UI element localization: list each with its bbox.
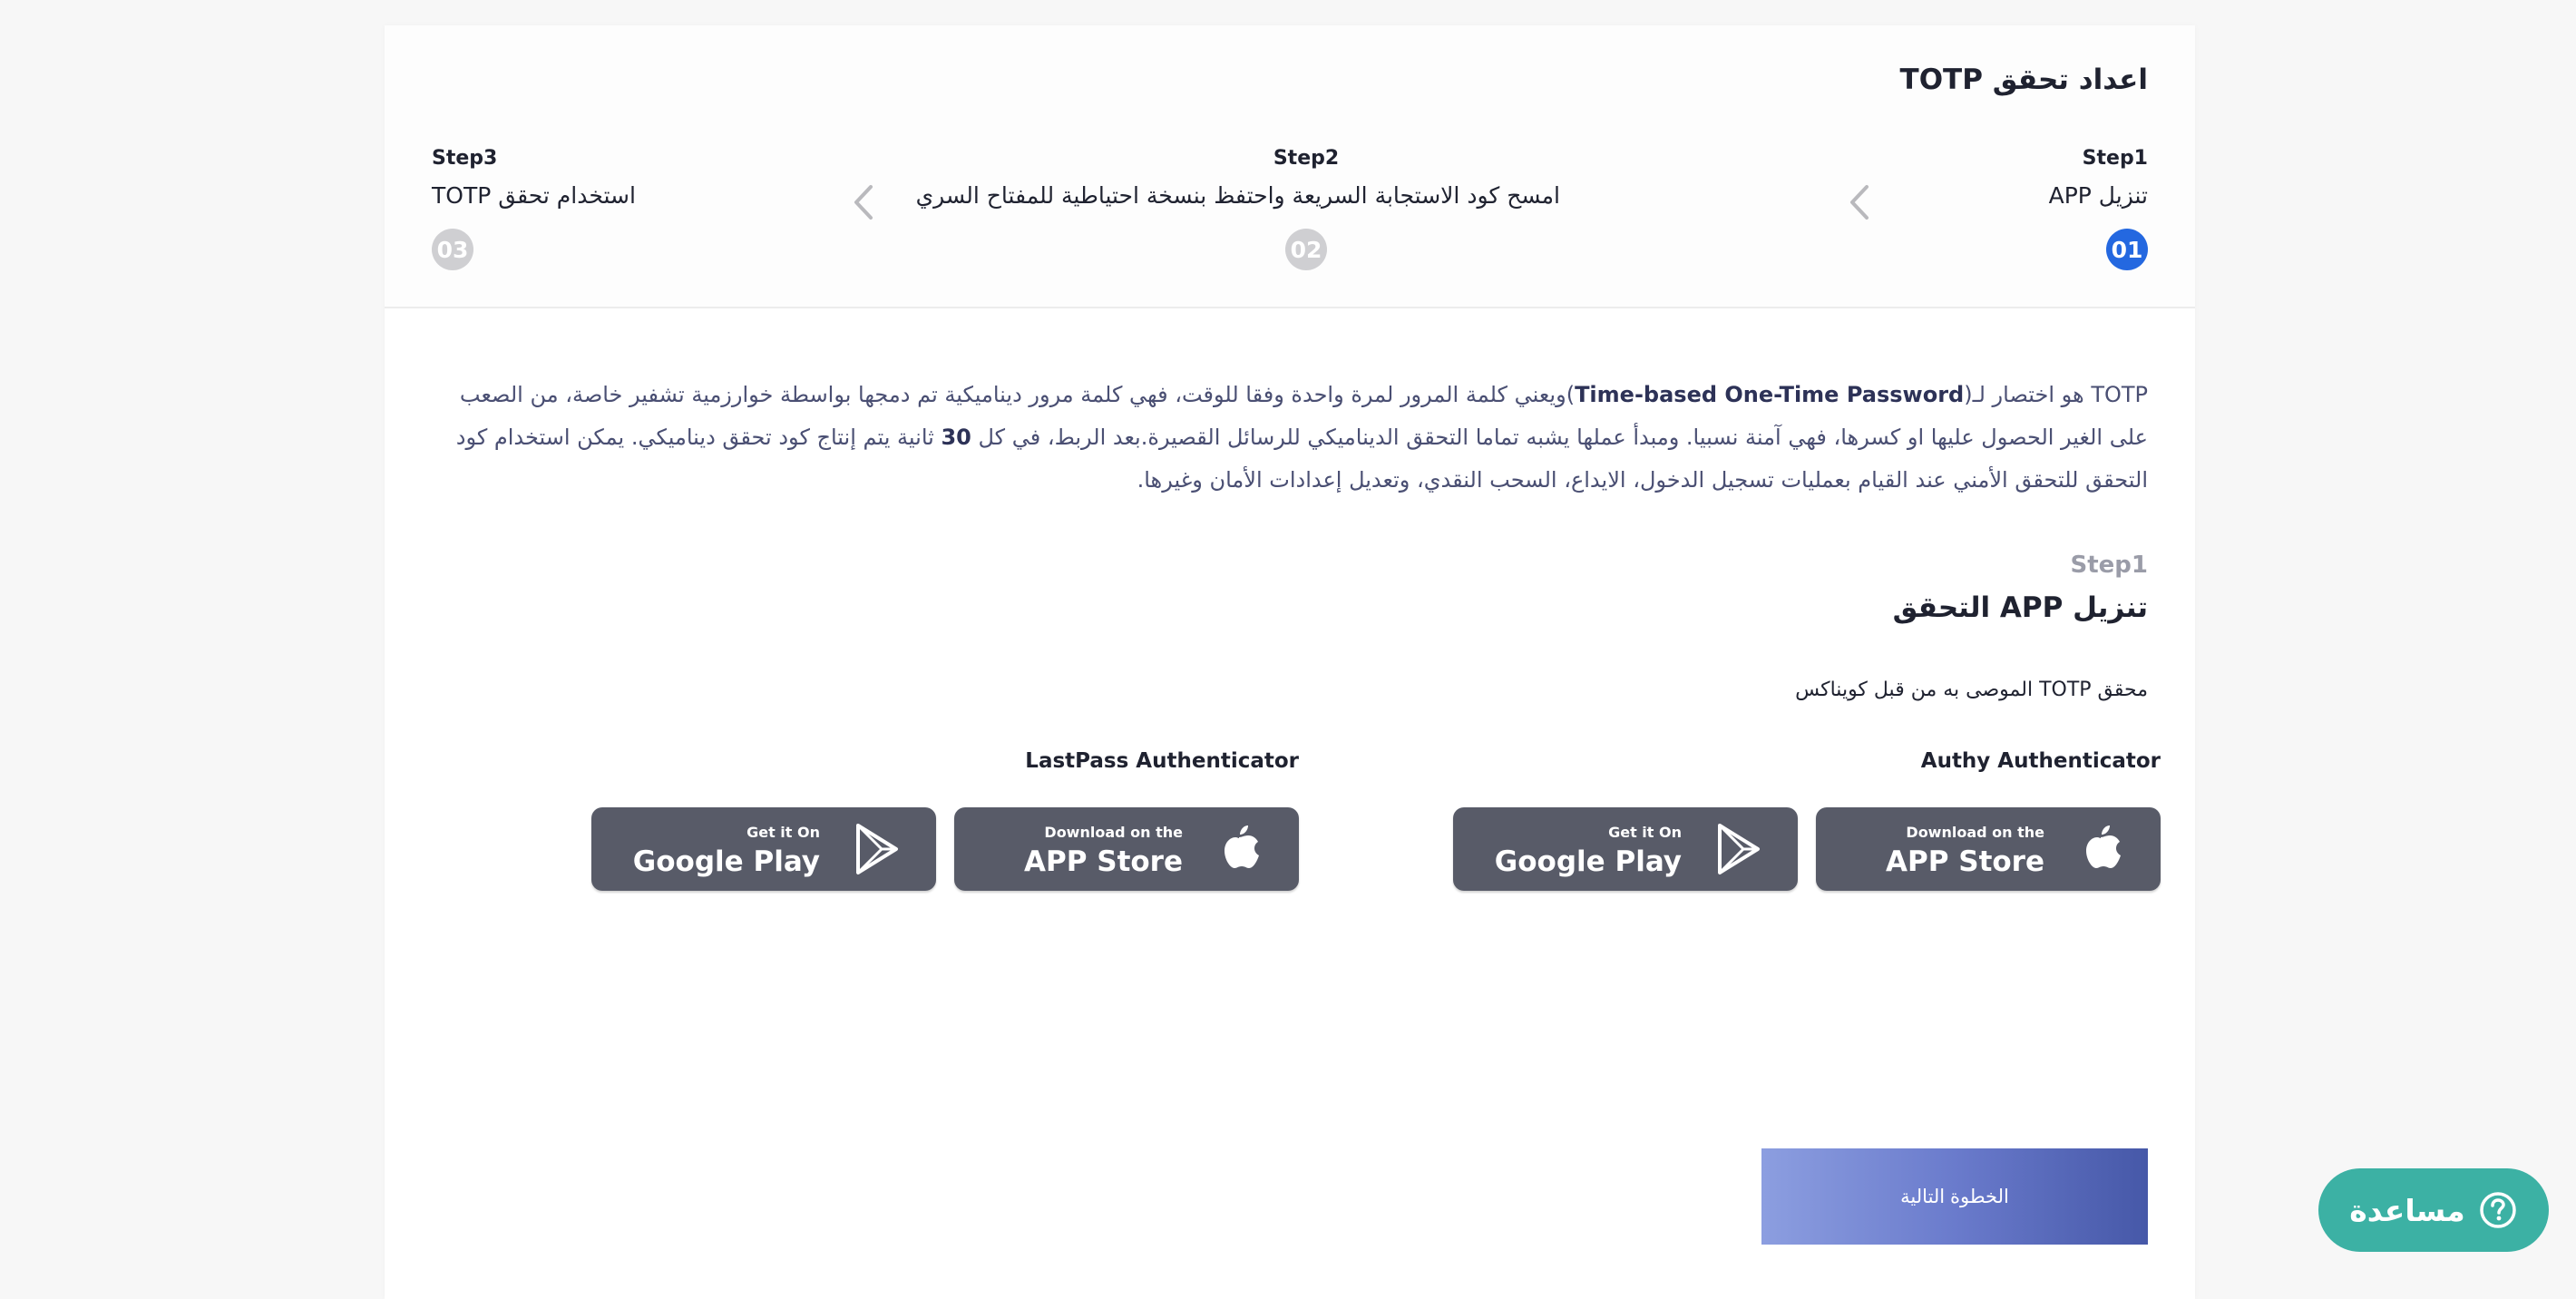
store-big-label: Google Play xyxy=(1494,845,1682,878)
google-play-button[interactable]: Get it On Google Play xyxy=(1453,807,1798,891)
step-label: استخدام تحقق TOTP xyxy=(432,182,636,209)
section-step-number: Step1 xyxy=(2070,552,2149,579)
chevron-left-icon xyxy=(845,181,882,223)
totp-description: TOTP هو اختصار لـ(Time-based One-Time Pa… xyxy=(448,374,2148,502)
app-group-lastpass: LastPass Authenticator Download on the A… xyxy=(582,749,1299,893)
step-number: Step1 xyxy=(2082,147,2148,170)
app-name: Authy Authenticator xyxy=(1920,749,2161,773)
step-number: Step2 xyxy=(1273,147,1340,170)
apple-icon xyxy=(2075,822,2126,876)
store-small-label: Get it On xyxy=(1608,824,1682,841)
app-store-button[interactable]: Download on the APP Store xyxy=(954,807,1299,891)
step-3: Step3 استخدام تحقق TOTP 03 xyxy=(432,147,636,270)
store-buttons: Download on the APP Store Get it On Goog… xyxy=(582,807,1299,893)
google-play-button[interactable]: Get it On Google Play xyxy=(591,807,936,891)
step-number: Step3 xyxy=(432,147,498,170)
store-small-label: Download on the xyxy=(1906,824,2044,841)
play-icon xyxy=(1712,822,1763,876)
store-small-label: Download on the xyxy=(1044,824,1183,841)
store-big-label: Google Play xyxy=(632,845,820,878)
intro-term: Time-based One-Time Password xyxy=(1575,382,1965,407)
intro-prefix: TOTP هو اختصار لـ( xyxy=(1964,382,2148,407)
recommended-label: محقق TOTP الموصى به من قبل كويناكس xyxy=(1795,679,2148,701)
step-badge: 03 xyxy=(432,229,473,270)
app-store-button[interactable]: Download on the APP Store xyxy=(1816,807,2161,891)
app-name: LastPass Authenticator xyxy=(1025,749,1299,773)
intro-seconds: 30 xyxy=(941,425,971,450)
store-big-label: APP Store xyxy=(1886,845,2044,878)
section-title: تنزيل APP التحقق xyxy=(1892,591,2148,624)
play-icon xyxy=(851,822,902,876)
totp-setup-card: اعداد تحقق TOTP Step1 تنزيل APP 01 Step2… xyxy=(385,25,2195,1299)
step-2: Step2 امسح كود الاستجابة السريعة واحتفظ … xyxy=(915,147,1560,270)
apple-icon xyxy=(1214,822,1264,876)
step-label: امسح كود الاستجابة السريعة واحتفظ بنسخة … xyxy=(915,182,1560,209)
step-label: تنزيل APP xyxy=(2048,182,2148,209)
store-big-label: APP Store xyxy=(1024,845,1183,878)
store-small-label: Get it On xyxy=(746,824,820,841)
page-title: اعداد تحقق TOTP xyxy=(1899,63,2148,96)
chevron-left-icon xyxy=(1841,181,1878,223)
step-1: Step1 تنزيل APP 01 xyxy=(2049,147,2148,270)
help-label: مساعدة xyxy=(2349,1192,2465,1228)
step-badge: 01 xyxy=(2106,229,2148,270)
question-icon xyxy=(2478,1190,2518,1230)
help-button[interactable]: مساعدة xyxy=(2318,1168,2549,1252)
step-badge: 02 xyxy=(1285,229,1327,270)
next-step-button[interactable]: الخطوة التالية xyxy=(1761,1148,2148,1245)
app-group-authy: Authy Authenticator Download on the APP … xyxy=(1444,749,2161,893)
setup-header: اعداد تحقق TOTP Step1 تنزيل APP 01 Step2… xyxy=(385,25,2195,308)
store-buttons: Download on the APP Store Get it On Goog… xyxy=(1444,807,2161,893)
